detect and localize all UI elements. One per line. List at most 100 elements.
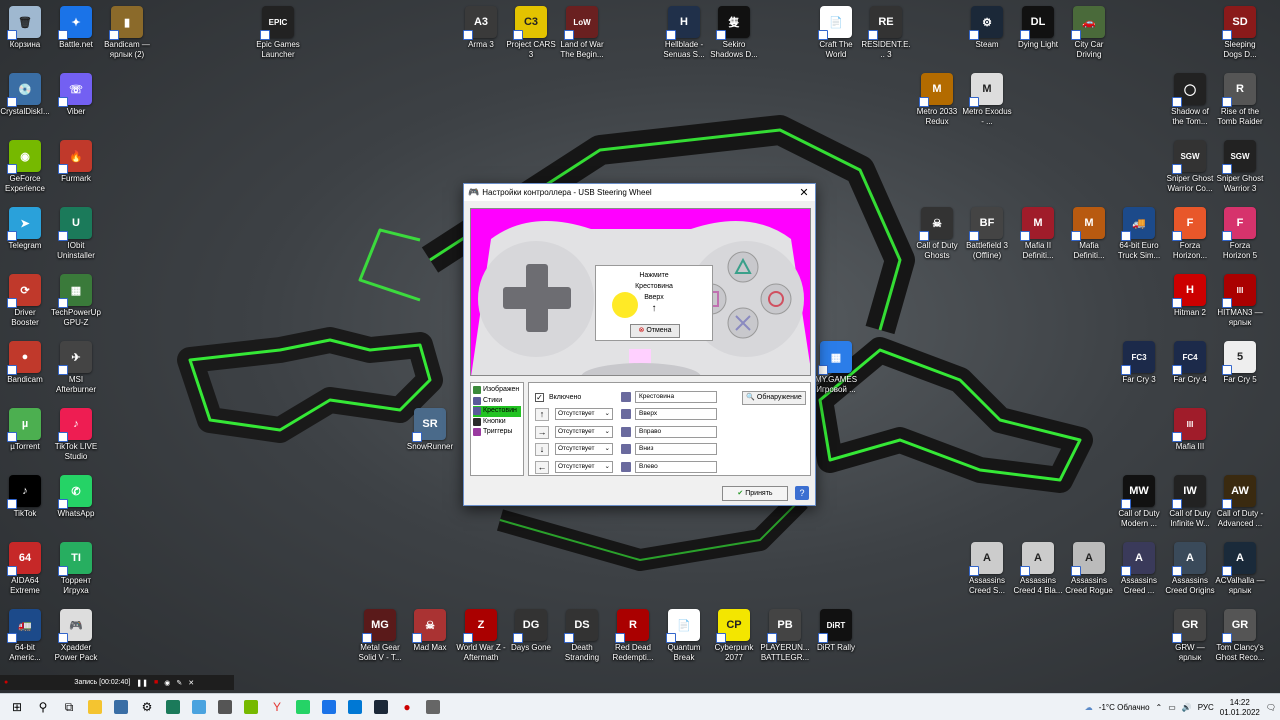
record-icon[interactable]: ● [4,679,8,686]
desktop-icon[interactable]: ◯ Shadow of the Tom... [1165,71,1215,137]
explorer-icon[interactable] [82,694,108,720]
car-icon[interactable] [316,694,342,720]
cancel-button[interactable]: ⊗ Отмена [630,324,680,338]
desktop-icon[interactable]: III HITMAN3 — ярлык [1215,272,1265,338]
desktop-icon[interactable]: DG Days Gone [506,607,556,673]
apply-button[interactable]: ✔ Принять [722,486,788,501]
dialog-titlebar[interactable]: 🎮 Настройки контроллера - USB Steering W… [464,184,815,201]
desktop-icon[interactable]: ◉ GeForce Experience [0,138,50,204]
direction-name-field[interactable]: Влево [635,460,717,473]
uninstaller-icon[interactable] [160,694,186,720]
desktop-icon[interactable]: M Metro Exodus - ... [962,71,1012,137]
desktop-icon[interactable]: ☠ Call of Duty Ghosts [912,205,962,271]
desktop-icon[interactable]: µ µTorrent [0,406,50,472]
desktop-icon[interactable]: ✆ WhatsApp [51,473,101,539]
desktop-icon[interactable]: ♪ TikTok LIVE Studio [51,406,101,472]
mail-icon[interactable] [342,694,368,720]
desktop-icon[interactable]: SGW Sniper Ghost Warrior Co... [1165,138,1215,204]
desktop-icon[interactable]: F Forza Horizon... [1165,205,1215,271]
desktop-icon[interactable]: DL Dying Light [1013,4,1063,70]
category-item[interactable]: Крестовин [473,406,521,417]
desktop-icon[interactable]: ☏ Viber [51,71,101,137]
windows-icon[interactable]: ⊞ [4,694,30,720]
desktop-icon[interactable]: M Mafia Definiti... [1064,205,1114,271]
pen-icon[interactable]: ✎ [176,679,182,687]
volume-icon[interactable]: 🔊 [1182,703,1192,712]
tray-overflow-icon[interactable]: ⌃ [1156,703,1163,712]
desktop-icon[interactable]: ✦ Battle.net [51,4,101,70]
search-icon[interactable]: ⚲ [30,694,56,720]
detect-button[interactable]: 🔍 Обнаружение [742,391,806,405]
desktop-icon[interactable]: ● Bandicam [0,339,50,405]
desktop-icon[interactable]: 5 Far Cry 5 [1215,339,1265,405]
direction-name-field[interactable]: Вправо [635,425,717,438]
desktop-icon[interactable]: DS Death Stranding [557,607,607,673]
category-item[interactable]: Стики [473,396,521,407]
desktop-icon[interactable]: ✈ MSI Afterburner [51,339,101,405]
yandex-icon[interactable]: Y [264,694,290,720]
desktop-icon[interactable]: A Assassins Creed ... [1114,540,1164,606]
desktop-icon[interactable]: R Red Dead Redempti... [608,607,658,673]
record-icon[interactable]: ● [394,694,420,720]
desktop-icon[interactable]: LoW Land of War The Begin... [557,4,607,70]
desktop-icon[interactable]: C3 Project CARS 3 [506,4,556,70]
category-item[interactable]: Триггеры [473,427,521,438]
desktop-icon[interactable]: SD Sleeping Dogs D... [1215,4,1265,70]
desktop-icon[interactable]: A Assassins Creed Rogue [1064,540,1114,606]
pause-icon[interactable]: ❚❚ [136,679,148,687]
network-icon[interactable] [108,694,134,720]
desktop-icon[interactable]: 🗑 Корзина [0,4,50,70]
help-button[interactable]: ? [795,486,809,500]
settings-icon[interactable]: ⚙ [134,694,160,720]
desktop-icon[interactable]: 📄 Quantum Break [659,607,709,673]
desktop-icon[interactable]: SR SnowRunner [405,406,455,472]
desktop-icon[interactable]: IW Call of Duty Infinite W... [1165,473,1215,539]
desktop-icon[interactable]: GR GRW — ярлык [1165,607,1215,673]
desktop-icon[interactable]: ⚙ Steam [962,4,1012,70]
desktop-icon[interactable]: MG Metal Gear Solid V - T... [355,607,405,673]
desktop-icon[interactable]: ♪ TikTok [0,473,50,539]
desktop-icon[interactable]: ➤ Telegram [0,205,50,271]
desktop-icon[interactable]: 🔥 Furmark [51,138,101,204]
direction-name-field[interactable]: Вверх [635,408,717,420]
desktop-icon[interactable]: FC3 Far Cry 3 [1114,339,1164,405]
desktop-icon[interactable]: 🚗 City Car Driving [1064,4,1114,70]
close-icon[interactable]: ✕ [188,679,194,687]
desktop-icon[interactable]: DiRT DiRT Rally [811,607,861,673]
desktop-icon[interactable]: CP Cyberpunk 2077 [709,607,759,673]
desktop-icon[interactable]: ▦ TechPowerUp GPU-Z [51,272,101,338]
mapping-select[interactable]: Отсутствует ⌄ [555,443,613,455]
desktop-icon[interactable]: M Mafia II Definiti... [1013,205,1063,271]
desktop-icon[interactable]: U IObit Uninstaller [51,205,101,271]
desktop-icon[interactable]: 🎮 Xpadder Power Pack [51,607,101,673]
clock[interactable]: 14:22 01.01.2022 [1220,698,1260,718]
whatsapp-icon[interactable] [290,694,316,720]
notifications-icon[interactable]: 🗨 [1266,703,1276,712]
desktop-icon[interactable]: H Hellblade - Senuas S... [659,4,709,70]
desktop-icon[interactable]: 🚚 64-bit Euro Truck Sim... [1114,205,1164,271]
category-item[interactable]: Изображен [473,385,521,396]
desktop-icon[interactable]: 64 AIDA64 Extreme [0,540,50,606]
desktop-icon[interactable]: AW Call of Duty - Advanced ... [1215,473,1265,539]
desktop-icon[interactable]: A ACValhalla — ярлык [1215,540,1265,606]
desktop-icon[interactable]: TI Торрент Игруха [51,540,101,606]
desktop-icon[interactable]: Z World War Z - Aftermath [456,607,506,673]
steam-icon[interactable] [368,694,394,720]
network-tray-icon[interactable]: ▭ [1168,703,1176,712]
desktop-icon[interactable]: 📄 Craft The World [811,4,861,70]
language-indicator[interactable]: РУС [1198,703,1214,712]
desktop-icon[interactable]: MW Call of Duty Modern ... [1114,473,1164,539]
desktop-icon[interactable]: III Mafia III [1165,406,1215,472]
dpad-name-field[interactable]: Крестовина [635,391,717,403]
enabled-checkbox[interactable]: ✓ [535,393,544,402]
desktop-icon[interactable]: 隻 Sekiro Shadows D... [709,4,759,70]
desktop-icon[interactable]: EPIC Epic Games Launcher [253,4,303,70]
direction-name-field[interactable]: Вниз [635,443,717,455]
desktop-icon[interactable]: ▦ MY.GAMES Игровой ... [811,339,861,405]
desktop-icon[interactable]: GR Tom Clancy's Ghost Reco... [1215,607,1265,673]
weather-text[interactable]: -1°C Облачно [1099,703,1150,712]
desktop-icon[interactable]: ☠ Mad Max [405,607,455,673]
photos-icon[interactable] [186,694,212,720]
mapping-select[interactable]: Отсутствует ⌄ [555,460,613,473]
camera-icon[interactable]: ◉ [164,679,170,687]
